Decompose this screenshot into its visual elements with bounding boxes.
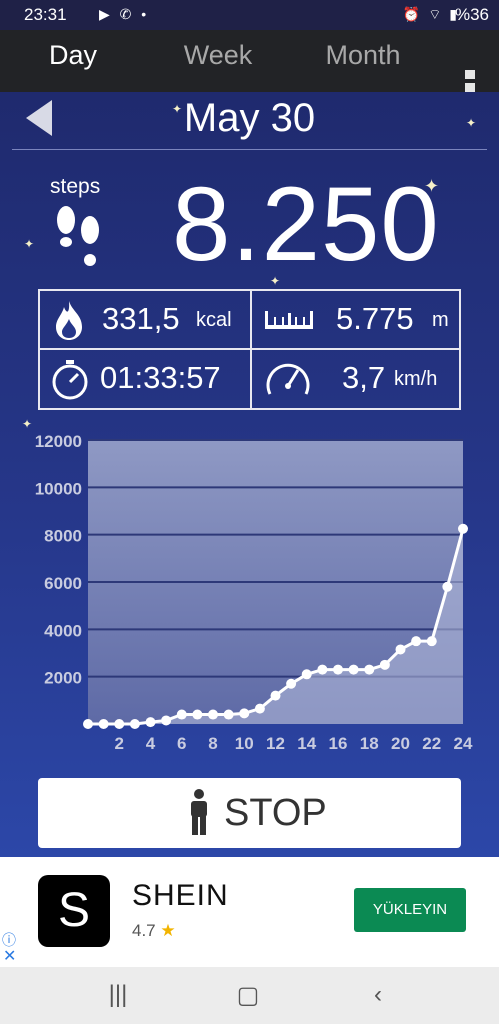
x-tick-label: 18 bbox=[360, 734, 379, 753]
data-point bbox=[442, 581, 453, 592]
ad-app-logo[interactable]: S bbox=[38, 875, 110, 947]
x-tick-label: 14 bbox=[297, 734, 316, 753]
x-tick-label: 6 bbox=[177, 734, 186, 753]
main-panel: ✦ ✦ ✦ ✦ ✦ ✦ May 30 steps 8.250 331,5 kca… bbox=[0, 92, 499, 857]
x-tick-label: 22 bbox=[422, 734, 441, 753]
tab-day[interactable]: Day bbox=[8, 40, 138, 71]
data-point bbox=[83, 719, 93, 729]
tab-month[interactable]: Month bbox=[298, 40, 428, 71]
period-tabbar: Day Week Month bbox=[0, 30, 499, 119]
data-point bbox=[426, 636, 437, 647]
data-point bbox=[254, 703, 265, 714]
calories-cell: 331,5 kcal bbox=[40, 291, 250, 347]
ad-close-icon[interactable]: ✕ bbox=[3, 946, 16, 966]
data-point bbox=[411, 636, 422, 647]
footprints-icon bbox=[57, 206, 99, 266]
distance-cell: 5.775 m bbox=[252, 291, 459, 347]
x-tick-label: 10 bbox=[235, 734, 254, 753]
duration-cell: 01:33:57 bbox=[40, 350, 250, 406]
notification-icons: ▶ ✆ • bbox=[99, 6, 150, 22]
data-point bbox=[208, 709, 218, 720]
y-tick-label: 10000 bbox=[35, 479, 82, 498]
speed-cell: 3,7 km/h bbox=[252, 350, 459, 406]
y-tick-label: 8000 bbox=[44, 527, 82, 546]
ruler-icon bbox=[265, 311, 313, 329]
divider bbox=[12, 149, 487, 150]
data-point bbox=[348, 664, 359, 675]
data-point bbox=[98, 719, 109, 729]
calories-value: 331,5 bbox=[102, 301, 180, 336]
stats-grid: 331,5 kcal 5.775 m 01:33:57 3,7 km/h bbox=[38, 289, 461, 410]
x-tick-label: 8 bbox=[208, 734, 217, 753]
calories-unit: kcal bbox=[196, 309, 232, 331]
step-count: 8.250 bbox=[172, 166, 440, 283]
duration-value: 01:33:57 bbox=[100, 360, 221, 395]
data-point bbox=[176, 709, 187, 720]
distance-unit: m bbox=[432, 309, 449, 331]
ad-app-title[interactable]: SHEIN bbox=[132, 879, 229, 913]
stopwatch-icon bbox=[52, 360, 88, 400]
ad-install-button[interactable]: YÜKLEYIN bbox=[354, 888, 466, 932]
data-point bbox=[333, 664, 343, 675]
data-point bbox=[114, 719, 125, 729]
data-point bbox=[223, 709, 234, 720]
data-point bbox=[395, 644, 406, 655]
ad-banner[interactable]: S SHEIN 4.7 ★ YÜKLEYIN ⓘ ✕ bbox=[0, 857, 499, 967]
speed-value: 3,7 bbox=[342, 360, 386, 395]
data-point bbox=[317, 664, 328, 675]
star-icon: ★ bbox=[160, 921, 176, 940]
y-tick-label: 4000 bbox=[44, 621, 82, 640]
speedometer-icon bbox=[266, 363, 310, 395]
data-point bbox=[270, 690, 281, 701]
y-tick-label: 6000 bbox=[44, 574, 82, 593]
data-point bbox=[129, 719, 140, 729]
x-tick-label: 2 bbox=[115, 734, 124, 753]
stop-button[interactable]: STOP bbox=[38, 778, 461, 848]
hourly-steps-chart: 200040006000800010000120002 4 6 8 10 12 14 16 18… bbox=[35, 432, 473, 753]
person-icon bbox=[191, 789, 207, 835]
data-point bbox=[192, 709, 203, 720]
y-tick-label: 12000 bbox=[35, 432, 82, 451]
status-bar: 23:31 ▶ ✆ • ⏰ ⌔ ▮ %36 bbox=[0, 0, 499, 30]
x-tick-label: 24 bbox=[454, 734, 473, 753]
x-tick-label: 12 bbox=[266, 734, 285, 753]
x-tick-label: 16 bbox=[329, 734, 348, 753]
data-point bbox=[286, 678, 297, 689]
data-point bbox=[239, 708, 250, 719]
speed-unit: km/h bbox=[394, 368, 438, 390]
home-icon[interactable]: ▢ bbox=[218, 981, 278, 1011]
data-point bbox=[379, 659, 390, 670]
back-icon[interactable]: ‹ bbox=[348, 981, 408, 1011]
star-decoration: ✦ bbox=[24, 237, 35, 251]
distance-value: 5.775 bbox=[336, 301, 414, 336]
data-point bbox=[161, 715, 172, 726]
battery-level: %36 bbox=[454, 5, 489, 24]
system-icons: ⏰ ⌔ ▮ bbox=[402, 6, 459, 22]
data-point bbox=[145, 717, 156, 728]
y-tick-label: 2000 bbox=[44, 669, 82, 688]
data-point bbox=[458, 523, 468, 534]
x-tick-label: 20 bbox=[391, 734, 410, 753]
tab-week[interactable]: Week bbox=[153, 40, 283, 71]
steps-label: steps bbox=[50, 175, 101, 198]
recent-apps-icon[interactable]: ||| bbox=[88, 981, 148, 1011]
x-tick-label: 4 bbox=[146, 734, 156, 753]
data-point bbox=[301, 669, 312, 680]
ad-rating: 4.7 ★ bbox=[132, 921, 176, 940]
clock: 23:31 bbox=[24, 5, 67, 24]
stop-button-label: STOP bbox=[224, 792, 327, 834]
current-date: May 30 bbox=[183, 96, 316, 140]
data-point bbox=[364, 664, 375, 675]
flame-icon bbox=[56, 301, 82, 340]
system-navbar: ||| ▢ ‹ bbox=[0, 967, 499, 1024]
star-decoration: ✦ bbox=[22, 417, 33, 431]
